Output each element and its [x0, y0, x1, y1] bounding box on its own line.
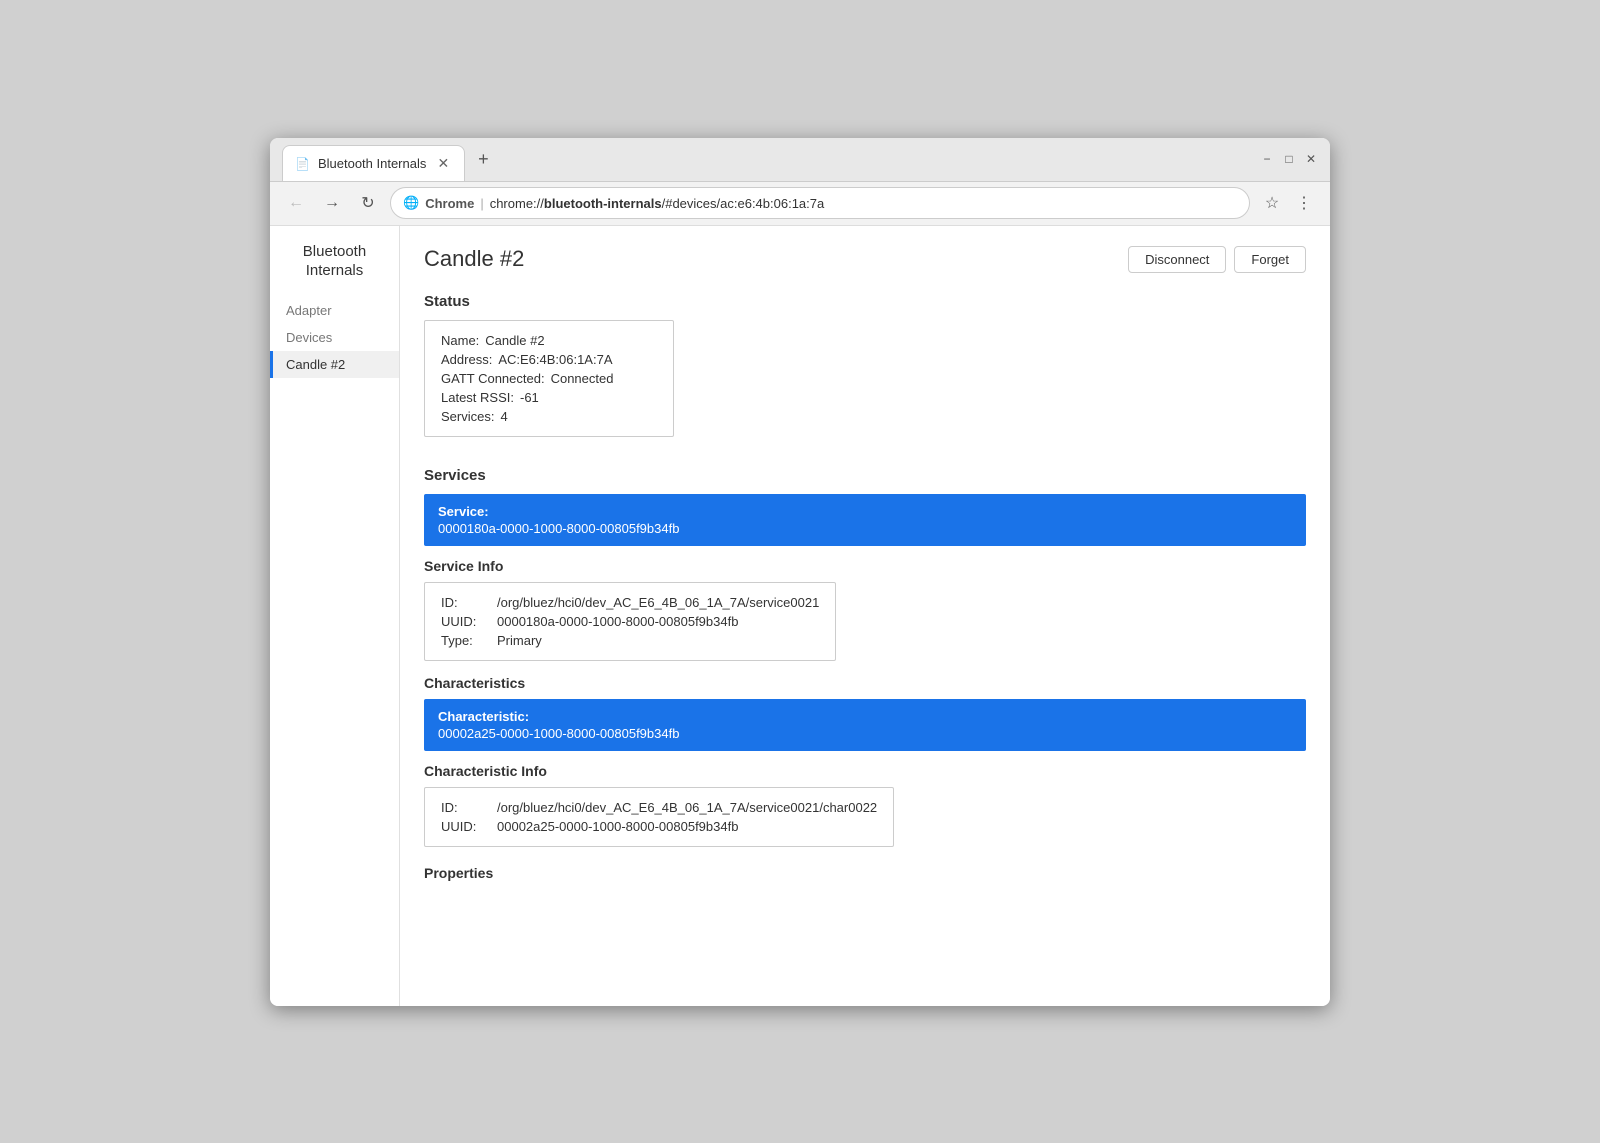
service-header-label: Service:: [438, 504, 1292, 519]
service-uuid-label: UUID:: [441, 614, 491, 629]
secure-icon: 🌐: [403, 195, 419, 211]
new-tab-button[interactable]: +: [469, 145, 497, 173]
url-path: /#devices/ac:e6:4b:06:1a:7a: [662, 196, 825, 211]
char-uuid-value: 00002a25-0000-1000-8000-00805f9b34fb: [497, 819, 738, 834]
characteristic-header-label: Characteristic:: [438, 709, 1292, 724]
sidebar-item-devices[interactable]: Devices: [270, 324, 399, 351]
close-button[interactable]: ✕: [1304, 152, 1318, 166]
back-button[interactable]: ←: [282, 189, 310, 217]
status-services-label: Services:: [441, 409, 494, 424]
bookmark-button[interactable]: ☆: [1258, 189, 1286, 217]
main-panel: Candle #2 Disconnect Forget Status Name:…: [400, 226, 1330, 1006]
properties-title: Properties: [424, 865, 1306, 881]
service-info-title: Service Info: [424, 558, 1306, 574]
status-name-label: Name:: [441, 333, 479, 348]
characteristic-info-box: ID: /org/bluez/hci0/dev_AC_E6_4B_06_1A_7…: [424, 787, 894, 847]
status-rssi-label: Latest RSSI:: [441, 390, 514, 405]
service-header-bar[interactable]: Service: 0000180a-0000-1000-8000-00805f9…: [424, 494, 1306, 546]
tab-page-icon: 📄: [295, 157, 310, 171]
characteristic-header-bar[interactable]: Characteristic: 00002a25-0000-1000-8000-…: [424, 699, 1306, 751]
service-type-value: Primary: [497, 633, 542, 648]
status-gatt-label: GATT Connected:: [441, 371, 545, 386]
service-id-row: ID: /org/bluez/hci0/dev_AC_E6_4B_06_1A_7…: [441, 593, 819, 612]
status-row-rssi: Latest RSSI: -61: [441, 388, 657, 407]
sidebar-nav: Adapter Devices Candle #2: [270, 297, 399, 378]
service-info-box: ID: /org/bluez/hci0/dev_AC_E6_4B_06_1A_7…: [424, 582, 836, 661]
service-type-label: Type:: [441, 633, 491, 648]
content-area: Bluetooth Internals Adapter Devices Cand…: [270, 226, 1330, 1006]
browser-window: 📄 Bluetooth Internals ✕ + − □ ✕ ← → ↻ 🌐 …: [270, 138, 1330, 1006]
status-address-label: Address:: [441, 352, 492, 367]
minimize-button[interactable]: −: [1260, 152, 1274, 166]
sidebar-title: Bluetooth Internals: [270, 242, 399, 297]
forward-button[interactable]: →: [318, 189, 346, 217]
status-row-name: Name: Candle #2: [441, 331, 657, 350]
status-box: Name: Candle #2 Address: AC:E6:4B:06:1A:…: [424, 320, 674, 437]
sidebar-item-adapter[interactable]: Adapter: [270, 297, 399, 324]
status-gatt-value: Connected: [551, 371, 614, 386]
disconnect-button[interactable]: Disconnect: [1128, 246, 1226, 273]
menu-button[interactable]: ⋮: [1290, 189, 1318, 217]
char-uuid-label: UUID:: [441, 819, 491, 834]
services-section: Services Service: 0000180a-0000-1000-800…: [424, 467, 1306, 881]
char-id-row: ID: /org/bluez/hci0/dev_AC_E6_4B_06_1A_7…: [441, 798, 877, 817]
tab-close-btn[interactable]: ✕: [434, 155, 452, 173]
title-bar: 📄 Bluetooth Internals ✕ + − □ ✕: [270, 138, 1330, 182]
status-section-title: Status: [424, 293, 1306, 310]
characteristic-header-uuid: 00002a25-0000-1000-8000-00805f9b34fb: [438, 726, 1292, 741]
status-address-value: AC:E6:4B:06:1A:7A: [498, 352, 612, 367]
device-header: Candle #2 Disconnect Forget: [424, 246, 1306, 273]
services-section-title: Services: [424, 467, 1306, 484]
status-rssi-value: -61: [520, 390, 539, 405]
url-bold-part: bluetooth-internals: [544, 196, 662, 211]
status-row-gatt: GATT Connected: Connected: [441, 369, 657, 388]
service-id-value: /org/bluez/hci0/dev_AC_E6_4B_06_1A_7A/se…: [497, 595, 819, 610]
maximize-button[interactable]: □: [1282, 152, 1296, 166]
status-services-value: 4: [500, 409, 507, 424]
service-id-label: ID:: [441, 595, 491, 610]
service-header-uuid: 0000180a-0000-1000-8000-00805f9b34fb: [438, 521, 1292, 536]
url-display: chrome://bluetooth-internals/#devices/ac…: [490, 196, 825, 211]
service-type-row: Type: Primary: [441, 631, 819, 650]
tab-title: Bluetooth Internals: [318, 156, 426, 171]
characteristic-info-title: Characteristic Info: [424, 763, 1306, 779]
characteristics-title: Characteristics: [424, 675, 1306, 691]
address-bar[interactable]: 🌐 Chrome | chrome://bluetooth-internals/…: [390, 187, 1250, 219]
window-controls: − □ ✕: [1260, 152, 1318, 166]
char-id-label: ID:: [441, 800, 491, 815]
toolbar: ← → ↻ 🌐 Chrome | chrome://bluetooth-inte…: [270, 182, 1330, 226]
forget-button[interactable]: Forget: [1234, 246, 1306, 273]
toolbar-actions: ☆ ⋮: [1258, 189, 1318, 217]
device-title: Candle #2: [424, 246, 524, 272]
status-row-services: Services: 4: [441, 407, 657, 426]
reload-button[interactable]: ↻: [354, 189, 382, 217]
service-uuid-value: 0000180a-0000-1000-8000-00805f9b34fb: [497, 614, 738, 629]
sidebar: Bluetooth Internals Adapter Devices Cand…: [270, 226, 400, 1006]
device-actions: Disconnect Forget: [1128, 246, 1306, 273]
active-tab[interactable]: 📄 Bluetooth Internals ✕: [282, 145, 465, 181]
url-separator: |: [480, 196, 483, 211]
service-uuid-row: UUID: 0000180a-0000-1000-8000-00805f9b34…: [441, 612, 819, 631]
char-id-value: /org/bluez/hci0/dev_AC_E6_4B_06_1A_7A/se…: [497, 800, 877, 815]
status-name-value: Candle #2: [485, 333, 544, 348]
status-row-address: Address: AC:E6:4B:06:1A:7A: [441, 350, 657, 369]
url-protocol-label: Chrome: [425, 196, 474, 211]
tab-bar: 📄 Bluetooth Internals ✕ +: [282, 138, 1248, 182]
char-uuid-row: UUID: 00002a25-0000-1000-8000-00805f9b34…: [441, 817, 877, 836]
sidebar-item-candle2[interactable]: Candle #2: [270, 351, 399, 378]
